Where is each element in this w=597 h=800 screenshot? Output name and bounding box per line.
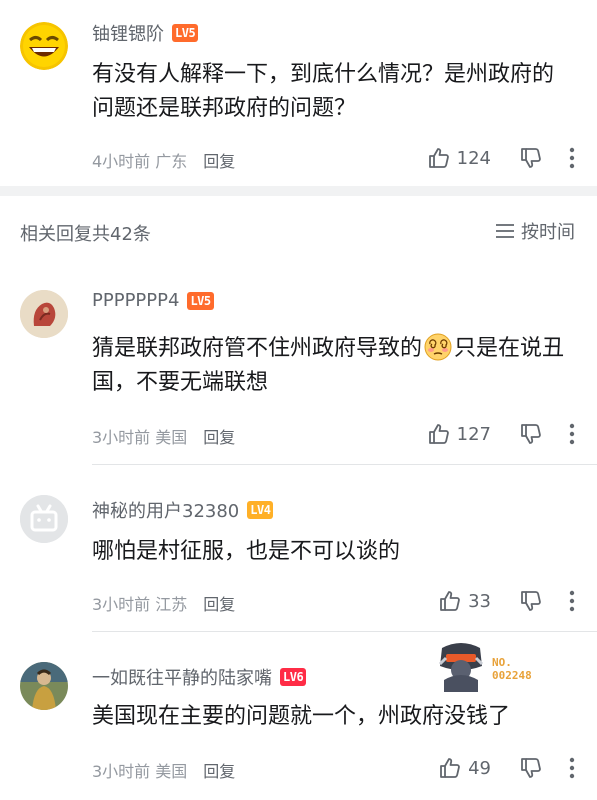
- user-avatar[interactable]: [20, 290, 68, 338]
- thumbs-down-icon: [521, 424, 541, 444]
- more-vertical-icon: [569, 423, 575, 445]
- like-count: 49: [468, 757, 491, 779]
- username-row: 神秘的用户32380 LV4: [92, 497, 274, 523]
- default-tv-avatar-icon[interactable]: [20, 495, 68, 543]
- username[interactable]: PPPPPPP4: [92, 290, 179, 311]
- comment-meta: 3小时前 江苏 回复: [92, 591, 235, 615]
- comment-time: 3小时前: [92, 428, 151, 447]
- comment-location: 江苏: [155, 595, 188, 614]
- badge-number: 002248: [492, 669, 532, 682]
- like-count: 124: [456, 147, 491, 169]
- more-options-button[interactable]: [569, 423, 575, 445]
- level-badge: LV5: [187, 291, 214, 310]
- dislike-button[interactable]: [519, 756, 543, 780]
- reply-item: PPPPPPP4 LV5 猜是联邦政府管不住州政府导致的 只是在说丑国，不要无端联…: [0, 268, 597, 458]
- reply-button[interactable]: 回复: [203, 591, 235, 615]
- comment-content: 猜是联邦政府管不住州政府导致的 只是在说丑国，不要无端联想: [92, 332, 567, 400]
- sort-by-time-button[interactable]: 按时间: [495, 218, 575, 244]
- username[interactable]: 铀锂锶阶: [92, 20, 164, 46]
- sort-label: 按时间: [521, 222, 575, 243]
- username-row: 一如既往平静的陆家嘴 LV6: [92, 664, 307, 690]
- reply-button[interactable]: 回复: [203, 758, 235, 782]
- comment-actions: 33: [438, 589, 575, 613]
- username[interactable]: 一如既往平静的陆家嘴: [92, 664, 272, 690]
- thumbs-down-icon: [521, 591, 541, 611]
- comment-content: 有没有人解释一下，到底什么情况？是州政府的问题还是联邦政府的问题？: [92, 62, 555, 121]
- comment-location: 广东: [155, 152, 188, 171]
- more-options-button[interactable]: [569, 147, 575, 169]
- username-row: 铀锂锶阶 LV5: [92, 20, 199, 46]
- dislike-button[interactable]: [519, 422, 543, 446]
- thumbs-up-icon: [440, 758, 460, 778]
- more-vertical-icon: [569, 757, 575, 779]
- like-count: 33: [468, 590, 491, 612]
- badge-label: NO.: [492, 656, 512, 669]
- username[interactable]: 神秘的用户32380: [92, 497, 239, 523]
- like-button[interactable]: 127: [427, 422, 491, 446]
- comment-location: 美国: [155, 428, 188, 447]
- robot-character-icon: [438, 643, 484, 692]
- level-badge: LV5: [172, 24, 199, 42]
- thumbs-up-icon: [428, 424, 449, 444]
- like-button[interactable]: 124: [427, 146, 491, 170]
- like-button[interactable]: 49: [438, 756, 491, 780]
- username-row: PPPPPPP4 LV5: [92, 290, 214, 311]
- comment-time: 3小时前: [92, 762, 151, 781]
- reply-item: 一如既往平静的陆家嘴 LV6 NO. 002248 美国现在主要的问题就一个，州…: [0, 632, 597, 800]
- comment-meta: 3小时前 美国 回复: [92, 424, 235, 448]
- thumbs-down-icon: [521, 148, 541, 168]
- thumbs-down-icon: [521, 758, 541, 778]
- sort-lines-icon: [496, 224, 514, 238]
- comment-actions: 124: [427, 146, 575, 170]
- comment-actions: 49: [438, 756, 575, 780]
- comment-meta: 3小时前 美国 回复: [92, 758, 235, 782]
- comment-content: 美国现在主要的问题就一个，州政府没钱了: [92, 704, 511, 729]
- laughing-emoji-avatar-icon[interactable]: [20, 22, 68, 70]
- reply-item: 神秘的用户32380 LV4 哪怕是村征服，也是不可以谈的 3小时前 江苏 回复…: [0, 465, 597, 631]
- dislike-button[interactable]: [519, 589, 543, 613]
- comment-actions: 127: [427, 422, 575, 446]
- replies-header: 相关回复共42条 按时间: [0, 196, 597, 268]
- comment-time: 3小时前: [92, 595, 151, 614]
- level-badge: LV4: [247, 501, 274, 519]
- more-vertical-icon: [569, 590, 575, 612]
- dizzy-face-emoji-icon: [424, 333, 452, 361]
- user-avatar[interactable]: [20, 662, 68, 710]
- thumbs-up-icon: [440, 591, 460, 611]
- thumbs-up-icon: [428, 148, 449, 168]
- like-button[interactable]: 33: [438, 589, 491, 613]
- reply-count: 相关回复共42条: [20, 224, 151, 245]
- more-vertical-icon: [569, 147, 575, 169]
- top-comment: 铀锂锶阶 LV5 有没有人解释一下，到底什么情况？是州政府的问题还是联邦政府的问…: [0, 0, 597, 186]
- level-badge: LV6: [280, 668, 307, 686]
- comment-content: 哪怕是村征服，也是不可以谈的: [92, 539, 401, 564]
- more-options-button[interactable]: [569, 757, 575, 779]
- comment-time: 4小时前: [92, 152, 151, 171]
- content-text-before: 猜是联邦政府管不住州政府导致的: [92, 336, 423, 361]
- comment-location: 美国: [155, 762, 188, 781]
- more-options-button[interactable]: [569, 590, 575, 612]
- dislike-button[interactable]: [519, 146, 543, 170]
- fan-badge[interactable]: NO. 002248: [436, 640, 556, 692]
- reply-button[interactable]: 回复: [203, 148, 235, 172]
- like-count: 127: [456, 423, 491, 445]
- reply-button[interactable]: 回复: [203, 424, 235, 448]
- comment-meta: 4小时前 广东 回复: [92, 148, 235, 172]
- section-divider: [0, 186, 597, 196]
